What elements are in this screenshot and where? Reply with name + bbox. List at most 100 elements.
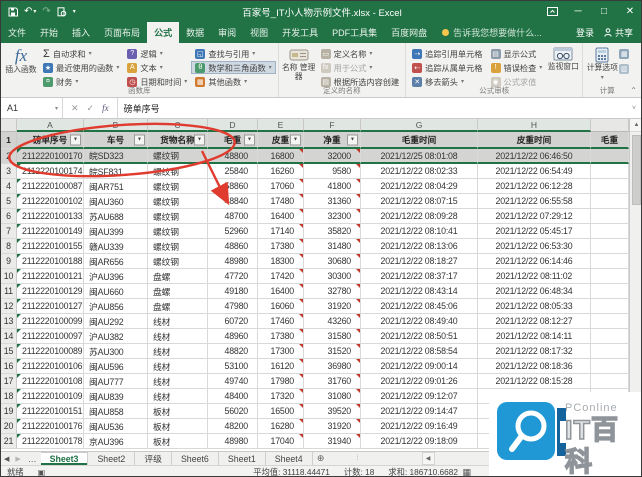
cell[interactable] bbox=[591, 284, 629, 299]
cell[interactable]: 2112220100188 bbox=[17, 254, 84, 269]
cell[interactable]: 螺纹钢 bbox=[148, 194, 208, 209]
ribbon-tab-开始[interactable]: 开始 bbox=[33, 22, 65, 43]
tab-splitter[interactable]: ⁞ bbox=[357, 452, 362, 465]
collapse-ribbon-icon[interactable]: ⌃ bbox=[630, 86, 637, 95]
cell[interactable]: 48700 bbox=[208, 209, 258, 224]
ribbon-tab-公式[interactable]: 公式 bbox=[147, 22, 179, 43]
cell[interactable]: 16400 bbox=[258, 284, 304, 299]
cell[interactable]: 线材 bbox=[148, 374, 208, 389]
filter-dropdown-icon[interactable]: ▼ bbox=[70, 134, 81, 145]
enter-icon[interactable]: ✓ bbox=[87, 103, 95, 114]
cell[interactable]: 32300 bbox=[304, 209, 361, 224]
cell[interactable]: 2112220100127 bbox=[17, 299, 84, 314]
cell[interactable]: 2112220100097 bbox=[17, 329, 84, 344]
cell[interactable] bbox=[591, 209, 629, 224]
cell[interactable]: 板材 bbox=[148, 434, 208, 449]
cell[interactable]: 京AU396 bbox=[84, 434, 148, 449]
ribbon-tab-页面布局[interactable]: 页面布局 bbox=[97, 22, 147, 43]
cell[interactable]: 18300 bbox=[258, 254, 304, 269]
cell[interactable]: 16120 bbox=[258, 359, 304, 374]
sheet-tab-Sheet2[interactable]: Sheet2 bbox=[88, 452, 135, 465]
cell[interactable]: 48960 bbox=[208, 329, 258, 344]
row-number[interactable]: 9 bbox=[1, 254, 17, 269]
trace-dependents-button[interactable]: ⇠追踪从属单元格 bbox=[408, 61, 486, 74]
cell[interactable]: 32780 bbox=[304, 284, 361, 299]
cell[interactable]: 2112220100121 bbox=[17, 269, 84, 284]
cell[interactable]: 2021/12/22 08:04:29 bbox=[361, 179, 478, 194]
ribbon-tab-开发工具[interactable]: 开发工具 bbox=[275, 22, 325, 43]
row-number[interactable]: 18 bbox=[1, 389, 17, 404]
maximize-button[interactable]: □ bbox=[591, 1, 617, 22]
cell[interactable]: 2021/12/22 08:18:27 bbox=[361, 254, 478, 269]
ribbon-tab-数据[interactable]: 数据 bbox=[179, 22, 211, 43]
cell[interactable]: 板材 bbox=[148, 404, 208, 419]
cell[interactable]: 25840 bbox=[208, 164, 258, 179]
cell[interactable]: 盘螺 bbox=[148, 269, 208, 284]
row-number[interactable]: 8 bbox=[1, 239, 17, 254]
cell[interactable]: 31760 bbox=[304, 374, 361, 389]
filter-dropdown-icon[interactable]: ▼ bbox=[134, 134, 145, 145]
cell[interactable]: 36980 bbox=[304, 359, 361, 374]
cell[interactable] bbox=[591, 164, 629, 179]
cell[interactable]: 2021/12/22 08:14:11 bbox=[478, 329, 591, 344]
cell[interactable]: 闽AU536 bbox=[84, 419, 148, 434]
row-number[interactable]: 11 bbox=[1, 284, 17, 299]
cell[interactable] bbox=[591, 179, 629, 194]
insert-function-button[interactable]: fx 插入函数 bbox=[3, 45, 39, 75]
watch-window-button[interactable]: 监视窗口 bbox=[546, 45, 580, 72]
header-cell[interactable]: 毛重时间 bbox=[361, 132, 478, 149]
cell[interactable]: 2112220100133 bbox=[17, 209, 84, 224]
cell[interactable]: 17980 bbox=[258, 374, 304, 389]
column-header-A[interactable]: A bbox=[17, 119, 84, 132]
cell[interactable]: 2112220100108 bbox=[17, 374, 84, 389]
cell[interactable]: 2021/12/22 08:15:28 bbox=[478, 374, 591, 389]
header-cell[interactable]: 车号▼ bbox=[84, 132, 148, 149]
row-number[interactable]: 3 bbox=[1, 164, 17, 179]
define-name-button[interactable]: ▭定义名称▾ bbox=[317, 47, 404, 60]
hscroll-left-icon[interactable]: ◀ bbox=[422, 452, 435, 465]
name-box-dropdown-icon[interactable]: ▾ bbox=[55, 105, 58, 112]
header-cell[interactable]: 磅单序号▼ bbox=[17, 132, 84, 149]
row-number[interactable]: 17 bbox=[1, 374, 17, 389]
cell[interactable]: 2112220100129 bbox=[17, 284, 84, 299]
cell[interactable]: 闽AU777 bbox=[84, 374, 148, 389]
cell[interactable]: 2021/12/22 09:14:47 bbox=[361, 404, 478, 419]
trace-precedents-button[interactable]: ⇢追踪引用单元格 bbox=[408, 47, 486, 60]
cell[interactable]: 9580 bbox=[304, 164, 361, 179]
cell[interactable]: 2021/12/22 09:00:14 bbox=[361, 359, 478, 374]
cell[interactable]: 2112220100151 bbox=[17, 404, 84, 419]
ribbon-tab-审阅[interactable]: 审阅 bbox=[211, 22, 243, 43]
sheet-tab-Sheet4[interactable]: Sheet4 bbox=[266, 452, 313, 465]
header-cell[interactable]: 净重▼ bbox=[304, 132, 361, 149]
row-number[interactable]: 19 bbox=[1, 404, 17, 419]
cell[interactable]: 47720 bbox=[208, 269, 258, 284]
sheet-tab-Sheet3[interactable]: Sheet3 bbox=[41, 452, 89, 465]
cell[interactable]: 线材 bbox=[148, 389, 208, 404]
show-formulas-button[interactable]: ▤显示公式 bbox=[487, 47, 547, 60]
calculation-options-button[interactable]: 计算选项 ▾ bbox=[585, 45, 619, 81]
sheet-nav-left-icon[interactable]: ◀ bbox=[1, 452, 12, 465]
cell[interactable]: 2021/12/22 06:12:28 bbox=[478, 179, 591, 194]
row-number[interactable]: 12 bbox=[1, 299, 17, 314]
cell[interactable]: 2112220100170 bbox=[17, 149, 84, 164]
cell[interactable]: 板材 bbox=[148, 419, 208, 434]
cell[interactable]: 螺纹钢 bbox=[148, 239, 208, 254]
cell[interactable]: 螺纹钢 bbox=[148, 224, 208, 239]
row-number[interactable]: 5 bbox=[1, 194, 17, 209]
cell[interactable]: 2021/12/22 08:13:06 bbox=[361, 239, 478, 254]
cell[interactable]: 48980 bbox=[208, 254, 258, 269]
cell[interactable]: 16800 bbox=[258, 149, 304, 164]
cell[interactable]: 31920 bbox=[304, 299, 361, 314]
cell[interactable]: 16280 bbox=[258, 419, 304, 434]
cell[interactable]: 31940 bbox=[304, 434, 361, 449]
cell[interactable]: 2021/12/22 08:58:54 bbox=[361, 344, 478, 359]
cell[interactable]: 17060 bbox=[258, 179, 304, 194]
cell[interactable]: 2112220100155 bbox=[17, 239, 84, 254]
cell[interactable]: 沪AU382 bbox=[84, 329, 148, 344]
cell[interactable]: 49740 bbox=[208, 374, 258, 389]
cell[interactable]: 17380 bbox=[258, 329, 304, 344]
cell[interactable] bbox=[591, 344, 629, 359]
cell[interactable]: 2021/12/22 08:17:32 bbox=[478, 344, 591, 359]
row-number[interactable]: 6 bbox=[1, 209, 17, 224]
cell[interactable]: 53100 bbox=[208, 359, 258, 374]
